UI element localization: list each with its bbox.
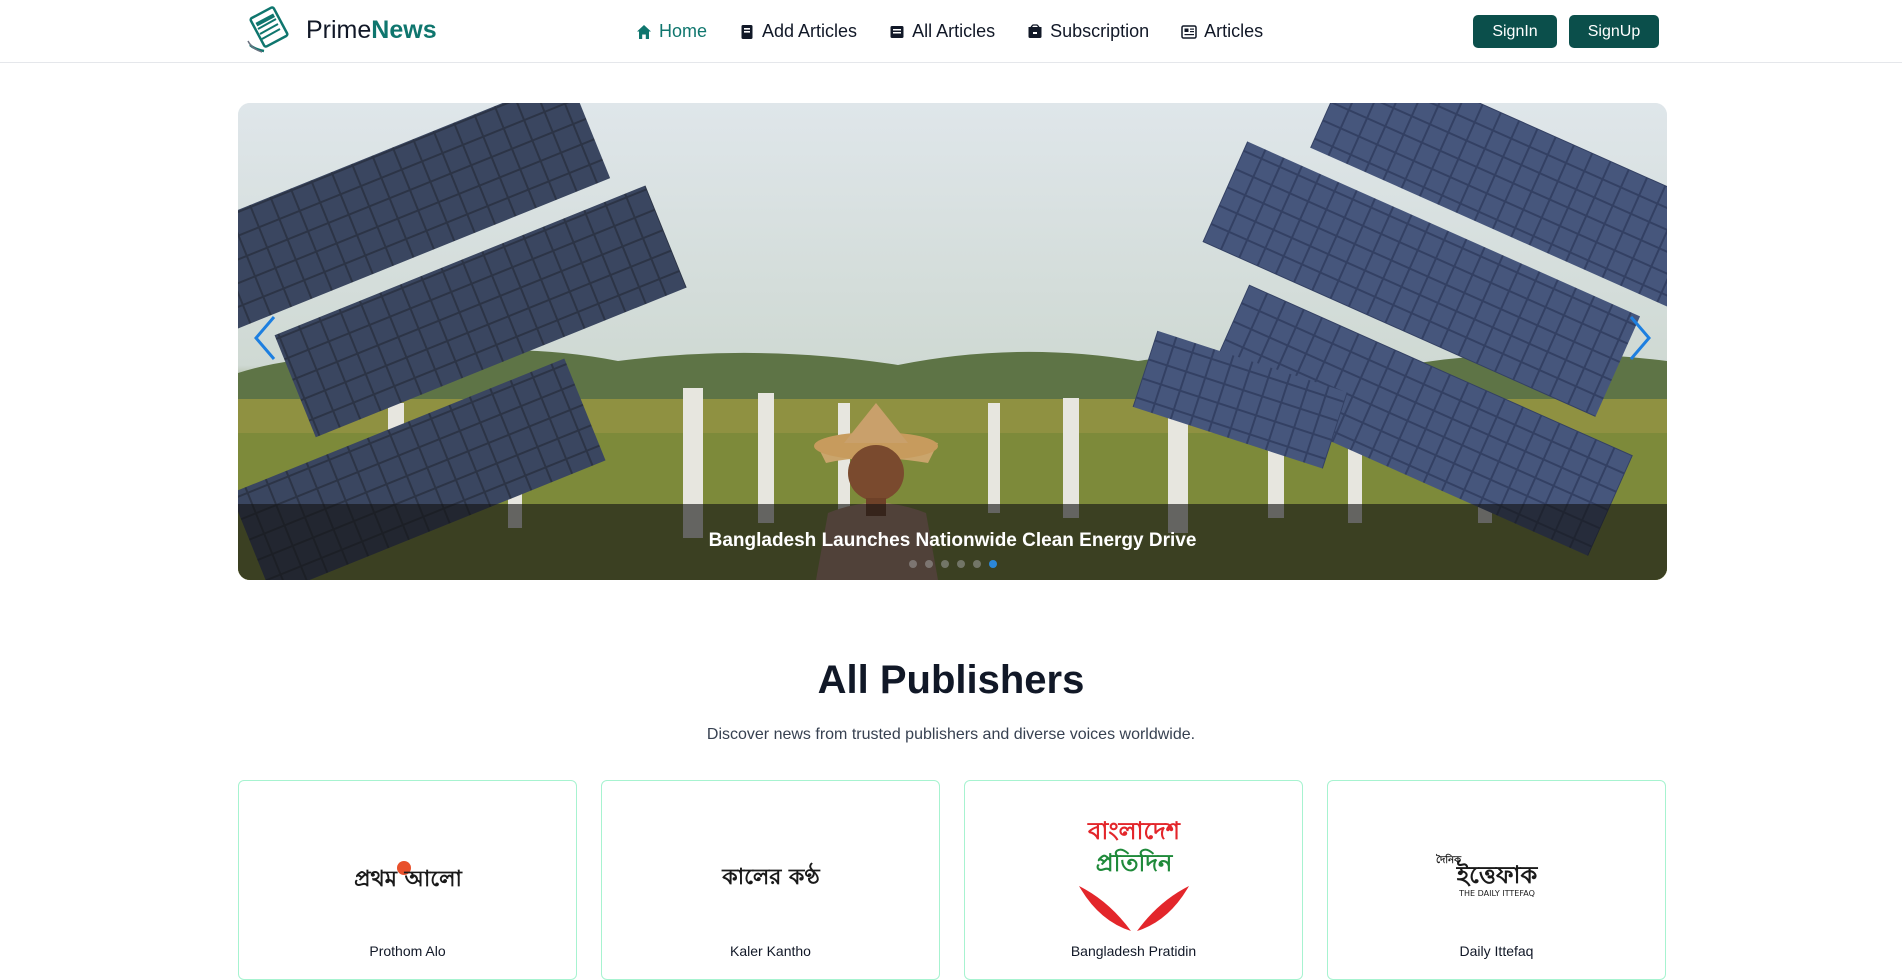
navbar: PrimeNews Home Add Articles All Articles…: [0, 0, 1902, 63]
nav-home-label: Home: [659, 21, 708, 41]
slide-dot[interactable]: [956, 560, 965, 568]
publisher-name: Prothom Alo: [369, 943, 446, 959]
nav-home[interactable]: Home: [636, 21, 707, 42]
chevron-left-icon[interactable]: [250, 313, 280, 363]
publishers-title: All Publishers: [817, 658, 1085, 702]
chevron-right-icon[interactable]: [1625, 313, 1655, 363]
hero-slider[interactable]: Bangladesh Launches Nationwide Clean Ene…: [238, 103, 1667, 580]
nav-add-articles-label: Add Articles: [762, 21, 858, 41]
publisher-name: Daily Ittefaq: [1459, 943, 1534, 959]
home-icon: [637, 24, 651, 39]
main-nav: Home Add Articles All Articles Subscript…: [636, 0, 1263, 63]
brand-accent: News: [371, 15, 437, 44]
nav-subscription-label: Subscription: [1050, 21, 1150, 41]
publishers-subtitle: Discover news from trusted publishers an…: [706, 726, 1196, 743]
slide-caption: Bangladesh Launches Nationwide Clean Ene…: [708, 530, 1197, 551]
caption-bar: Bangladesh Launches Nationwide Clean Ene…: [238, 504, 1667, 580]
slide-indicators: [238, 560, 1667, 568]
publisher-card[interactable]: বাংলাদেশ প্রতিদিন Bangladesh Pratidin: [964, 780, 1303, 980]
signup-button[interactable]: SignUp: [1569, 15, 1659, 48]
publisher-card[interactable]: দৈনিক ইত্তেফাক THE DAILY ITTEFAQ Daily I…: [1327, 780, 1666, 980]
publisher-logo-text: কালের কণ্ঠ: [721, 862, 820, 890]
slide-dot[interactable]: [924, 560, 933, 568]
publisher-card[interactable]: প্রথম আলো Prothom Alo: [238, 780, 577, 980]
brand-name: PrimeNews: [306, 16, 437, 45]
auth-buttons: SignIn SignUp: [1473, 15, 1659, 48]
publisher-logo-text: ইত্তেফাক: [1455, 860, 1538, 889]
publisher-logo: কালের কণ্ঠ: [602, 821, 939, 931]
newspaper-icon: [1181, 24, 1197, 39]
book-icon: [741, 24, 753, 39]
brand[interactable]: PrimeNews: [244, 5, 437, 55]
slide-dot[interactable]: [908, 560, 917, 568]
publisher-name: Bangladesh Pratidin: [1070, 943, 1197, 959]
publisher-card[interactable]: কালের কণ্ঠ Kaler Kantho: [601, 780, 940, 980]
newspaper-logo-icon: [247, 6, 289, 53]
nav-articles-label: Articles: [1204, 21, 1264, 41]
nav-add-articles[interactable]: Add Articles: [739, 21, 857, 42]
publisher-name: Kaler Kantho: [730, 943, 811, 959]
slide-dot[interactable]: [988, 560, 997, 568]
nav-all-articles[interactable]: All Articles: [889, 21, 995, 42]
nav-all-articles-label: All Articles: [912, 21, 996, 41]
publisher-logo-english: THE DAILY ITTEFAQ: [1458, 889, 1535, 898]
publisher-logo-text-top: বাংলাদেশ: [1087, 817, 1181, 845]
nav-articles[interactable]: Articles: [1181, 21, 1263, 42]
slide-dot[interactable]: [940, 560, 949, 568]
publisher-logo: প্রথম আলো: [239, 821, 576, 931]
brand-prefix: Prime: [306, 15, 372, 44]
box-icon: [1028, 23, 1042, 38]
publisher-cards: প্রথম আলো Prothom Alo কালের কণ্ঠ Kaler K…: [238, 780, 1667, 980]
article-icon: [890, 25, 904, 38]
slide-dot[interactable]: [972, 560, 981, 568]
publisher-logo: দৈনিক ইত্তেফাক THE DAILY ITTEFAQ: [1328, 821, 1665, 931]
signin-button[interactable]: SignIn: [1473, 15, 1557, 48]
nav-subscription[interactable]: Subscription: [1027, 21, 1149, 42]
publisher-logo: বাংলাদেশ প্রতিদিন: [965, 811, 1302, 939]
publisher-logo-text-bottom: প্রতিদিন: [1095, 848, 1173, 877]
publisher-logo-text: প্রথম আলো: [354, 867, 463, 892]
